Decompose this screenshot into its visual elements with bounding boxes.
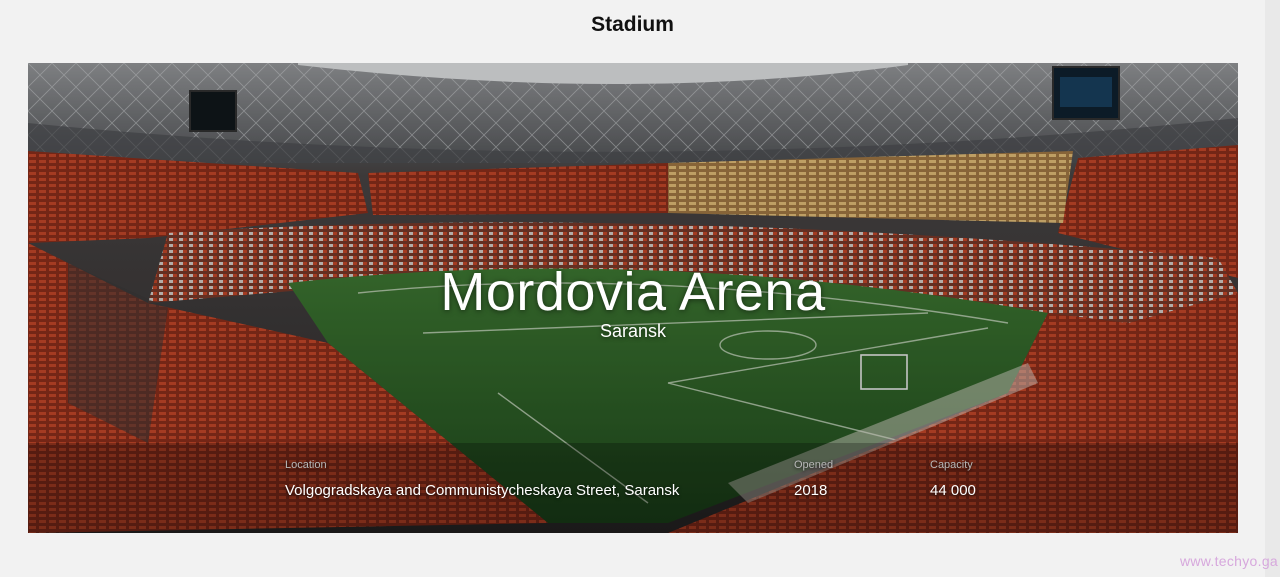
page: Stadium Mordovia Arena Saransk Location … <box>0 0 1280 577</box>
page-title: Stadium <box>591 13 674 36</box>
opened-value: 2018 <box>794 482 828 499</box>
location-value: Volgogradskaya and Communistycheskaya St… <box>285 482 680 499</box>
stadium-name: Mordovia Arena <box>440 262 826 322</box>
capacity-value: 44 000 <box>930 482 976 499</box>
stadium-hero-card: Mordovia Arena Saransk Location Volgogra… <box>28 63 1238 533</box>
stadium-city: Saransk <box>599 321 667 341</box>
scrollbar[interactable] <box>1265 0 1280 577</box>
watermark: www.techyo.ga <box>1179 553 1278 569</box>
opened-label: Opened <box>794 459 834 471</box>
location-label: Location <box>285 459 327 471</box>
capacity-label: Capacity <box>930 459 973 471</box>
